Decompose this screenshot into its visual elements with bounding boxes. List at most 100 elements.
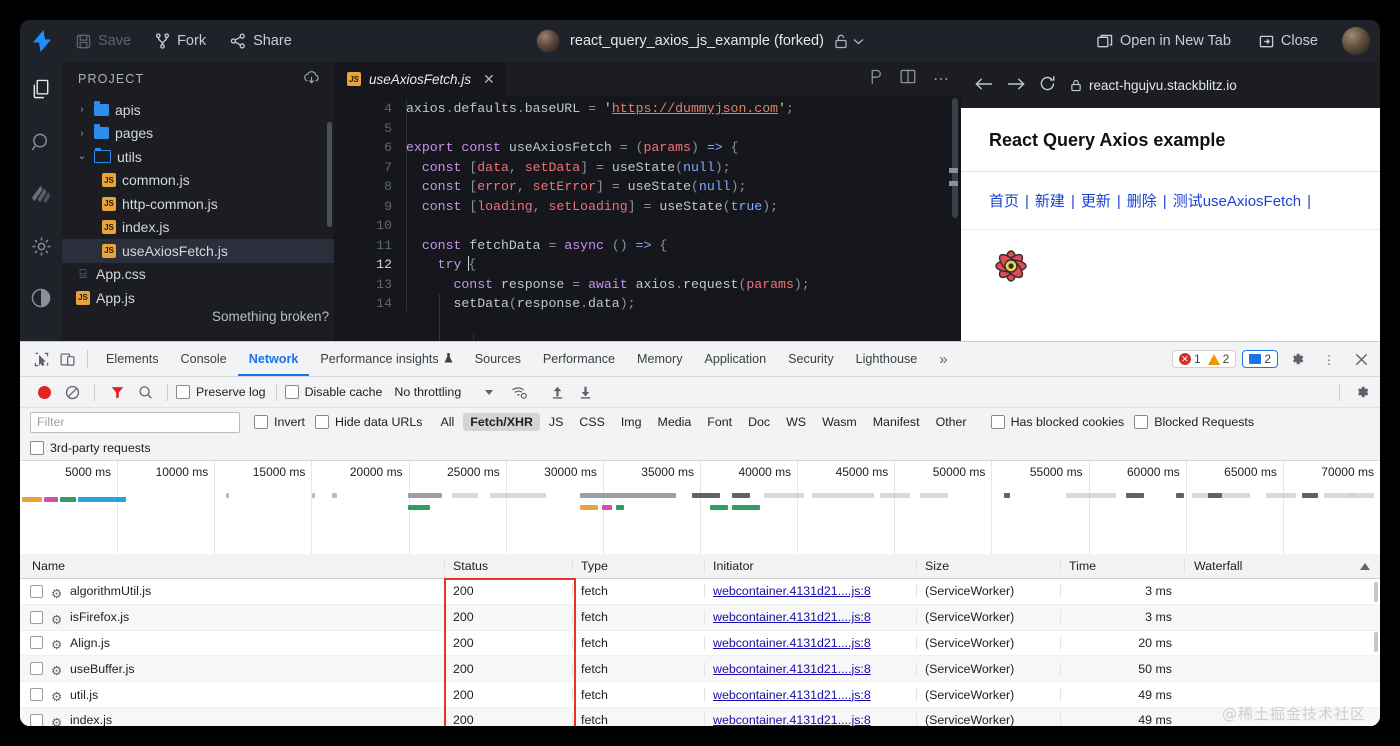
cell-initiator[interactable]: webcontainer.4131d21....js:8	[704, 688, 916, 702]
network-settings-gear-icon[interactable]	[1348, 378, 1376, 406]
filter-type-ws[interactable]: WS	[779, 413, 813, 431]
share-button[interactable]: Share	[218, 20, 304, 62]
blocked-requests-checkbox[interactable]: Blocked Requests	[1134, 415, 1254, 429]
column-header-type[interactable]: Type	[572, 559, 704, 573]
column-header-waterfall[interactable]: Waterfall	[1184, 559, 1380, 573]
cell-name[interactable]: ⚙isFirefox.js	[20, 610, 444, 624]
has-blocked-cookies-checkbox[interactable]: Has blocked cookies	[991, 415, 1125, 429]
cell-initiator[interactable]: webcontainer.4131d21....js:8	[704, 610, 916, 624]
filter-type-wasm[interactable]: Wasm	[815, 413, 864, 431]
initiator-link[interactable]: webcontainer.4131d21....js:8	[713, 610, 871, 624]
row-checkbox[interactable]	[30, 585, 43, 598]
disable-cache-checkbox[interactable]: Disable cache	[285, 385, 383, 399]
filter-type-js[interactable]: JS	[542, 413, 570, 431]
record-button[interactable]	[30, 378, 58, 406]
table-row[interactable]: ⚙index.js200fetchwebcontainer.4131d21...…	[20, 708, 1380, 726]
files-icon[interactable]	[25, 74, 57, 106]
waterfall-scrollbar[interactable]	[1374, 582, 1378, 602]
row-checkbox[interactable]	[30, 714, 43, 726]
preserve-log-box[interactable]	[176, 385, 190, 399]
filter-type-other[interactable]: Other	[929, 413, 974, 431]
has-blocked-cookies-box[interactable]	[991, 415, 1005, 429]
column-header-name[interactable]: Name	[20, 559, 444, 573]
file-tree-item-index-js[interactable]: JSindex.js	[62, 216, 334, 240]
column-header-status[interactable]: Status	[444, 559, 572, 573]
hide-data-urls-checkbox[interactable]: Hide data URLs	[315, 415, 422, 429]
initiator-link[interactable]: webcontainer.4131d21....js:8	[713, 636, 871, 650]
cell-name[interactable]: ⚙algorithmUtil.js	[20, 584, 444, 598]
row-checkbox[interactable]	[30, 636, 43, 649]
invert-box[interactable]	[254, 415, 268, 429]
blocked-requests-box[interactable]	[1134, 415, 1148, 429]
column-header-time[interactable]: Time	[1060, 559, 1184, 573]
column-header-size[interactable]: Size	[916, 559, 1060, 573]
table-row[interactable]: ⚙algorithmUtil.js200fetchwebcontainer.41…	[20, 579, 1380, 605]
inspect-element-icon[interactable]	[28, 346, 54, 372]
devtools-tab-sources[interactable]: Sources	[464, 343, 532, 376]
devtools-settings-gear-icon[interactable]	[1284, 346, 1310, 372]
something-broken-label[interactable]: Something broken?	[212, 309, 329, 324]
devtools-tab-application[interactable]: Application	[694, 343, 778, 376]
editor-scrollbar[interactable]	[952, 98, 958, 218]
network-overview-timeline[interactable]: 5000 ms10000 ms15000 ms20000 ms25000 ms3…	[20, 461, 1380, 556]
cell-initiator[interactable]: webcontainer.4131d21....js:8	[704, 636, 916, 650]
filter-type-font[interactable]: Font	[700, 413, 739, 431]
chevron-right-icon[interactable]: ›	[76, 128, 88, 139]
devtools-tab-memory[interactable]: Memory	[626, 343, 693, 376]
devtools-more-menu-icon[interactable]: ⋮	[1316, 346, 1342, 372]
chevron-right-icon[interactable]: ›	[76, 104, 88, 115]
gear-icon[interactable]	[25, 230, 57, 262]
messages-counter[interactable]: 2	[1242, 350, 1278, 368]
preview-nav-link-3[interactable]: 删除	[1127, 193, 1157, 210]
table-row[interactable]: ⚙isFirefox.js200fetchwebcontainer.4131d2…	[20, 605, 1380, 631]
devtools-tab-lighthouse[interactable]: Lighthouse	[845, 343, 929, 376]
close-button[interactable]: Close	[1247, 20, 1330, 62]
download-cloud-icon[interactable]	[303, 71, 320, 88]
forward-icon[interactable]	[1007, 77, 1025, 94]
cell-name[interactable]: ⚙Align.js	[20, 636, 444, 650]
export-har-icon[interactable]	[571, 378, 599, 406]
more-options-icon[interactable]: ⋯	[933, 69, 949, 89]
initiator-link[interactable]: webcontainer.4131d21....js:8	[713, 584, 871, 598]
search-requests-icon[interactable]	[131, 378, 159, 406]
throttling-select[interactable]: No throttling	[394, 385, 493, 399]
filter-type-media[interactable]: Media	[651, 413, 699, 431]
devtools-tab-elements[interactable]: Elements	[95, 343, 170, 376]
file-tree-item-utils[interactable]: ⌄utils	[62, 145, 334, 169]
filter-icon[interactable]	[103, 378, 131, 406]
devtools-tab-console[interactable]: Console	[170, 343, 238, 376]
devtools-tab-network[interactable]: Network	[238, 343, 310, 376]
initiator-link[interactable]: webcontainer.4131d21....js:8	[713, 662, 871, 676]
file-tree-item-App-js[interactable]: JSApp.js	[62, 286, 334, 310]
devtools-tab-performance-insights[interactable]: Performance insights	[309, 343, 463, 376]
more-tabs-button[interactable]: »	[928, 343, 958, 376]
reload-icon[interactable]	[1039, 75, 1056, 95]
row-checkbox[interactable]	[30, 688, 43, 701]
third-party-box[interactable]	[30, 441, 44, 455]
waterfall-scrollbar[interactable]	[1374, 632, 1378, 652]
filter-type-img[interactable]: Img	[614, 413, 649, 431]
file-tree-item-http-common-js[interactable]: JShttp-common.js	[62, 192, 334, 216]
user-avatar[interactable]	[1342, 27, 1370, 55]
preserve-log-checkbox[interactable]: Preserve log	[176, 385, 266, 399]
column-header-initiator[interactable]: Initiator	[704, 559, 916, 573]
file-tree-item-useAxiosFetch-js[interactable]: JSuseAxiosFetch.js	[62, 239, 334, 263]
stackblitz-logo-icon[interactable]	[20, 30, 64, 52]
preview-nav-link-4[interactable]: 测试useAxiosFetch	[1173, 193, 1301, 210]
filter-type-all[interactable]: All	[433, 413, 461, 431]
file-tree-item-App-css[interactable]: ⌸App.css	[62, 263, 334, 287]
chevron-down-icon[interactable]: ⌄	[76, 151, 88, 162]
clear-requests-icon[interactable]	[58, 378, 86, 406]
packages-icon[interactable]	[25, 178, 57, 210]
cell-name[interactable]: ⚙useBuffer.js	[20, 662, 444, 676]
initiator-link[interactable]: webcontainer.4131d21....js:8	[713, 713, 871, 726]
cell-initiator[interactable]: webcontainer.4131d21....js:8	[704, 584, 916, 598]
disable-cache-box[interactable]	[285, 385, 299, 399]
device-toolbar-icon[interactable]	[54, 346, 80, 372]
back-icon[interactable]	[975, 77, 993, 94]
save-button[interactable]: Save	[64, 20, 143, 62]
devtools-close-icon[interactable]	[1348, 346, 1374, 372]
table-row[interactable]: ⚙useBuffer.js200fetchwebcontainer.4131d2…	[20, 656, 1380, 682]
table-row[interactable]: ⚙Align.js200fetchwebcontainer.4131d21...…	[20, 631, 1380, 657]
initiator-link[interactable]: webcontainer.4131d21....js:8	[713, 688, 871, 702]
